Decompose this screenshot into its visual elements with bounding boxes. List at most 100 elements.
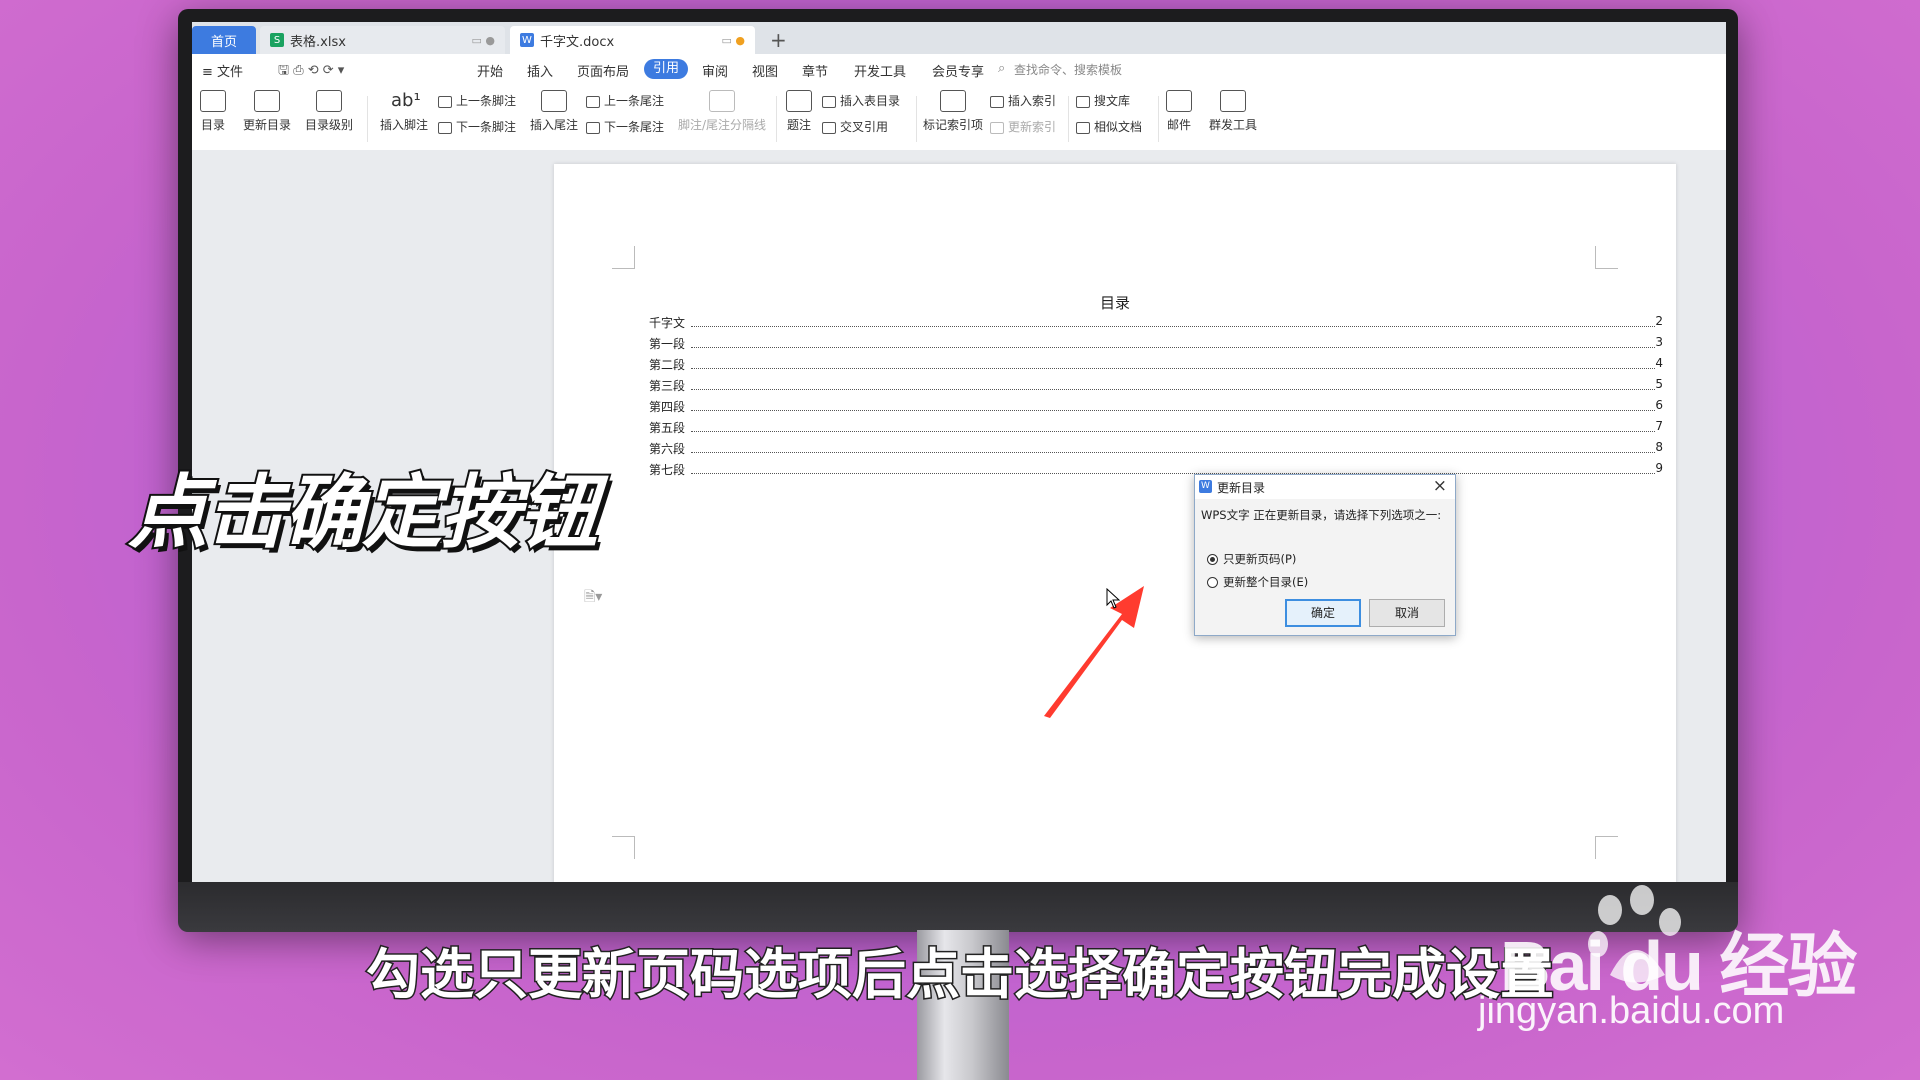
footnote-icon: ab¹ [391, 90, 421, 111]
mark-index-button[interactable]: 标记索引项 [922, 90, 984, 133]
dialog-titlebar[interactable]: W 更新目录 × [1195, 475, 1455, 499]
cross-ref-icon [822, 121, 836, 134]
toc-level-label: 目录级别 [304, 118, 353, 132]
insert-index-button[interactable]: 插入索引 [990, 92, 1056, 109]
prev-footnote-button[interactable]: 上一条脚注 [438, 92, 516, 109]
prev-footnote-icon [438, 95, 452, 108]
menu-file[interactable]: ≡ 文件 [202, 61, 243, 80]
ribbon-divider [367, 96, 368, 142]
toc-entry[interactable]: 第一段 3 [649, 335, 1669, 355]
toc-entry[interactable]: 第六段 8 [649, 440, 1669, 460]
caption-button[interactable]: 题注 [784, 90, 814, 133]
toc-icon [200, 90, 226, 112]
mark-index-icon [940, 90, 966, 112]
toc-entry[interactable]: 第五段 7 [649, 419, 1669, 439]
toc-entry[interactable]: 第三段 5 [649, 377, 1669, 397]
prev-footnote-label: 上一条脚注 [456, 94, 517, 108]
add-tab-button[interactable]: + [770, 28, 787, 52]
search-library-label: 搜文库 [1094, 94, 1131, 108]
toc-title: 目录 [1099, 294, 1130, 312]
quick-toolbar-icons[interactable]: 🖫 ⎙ ⟲ ⟳ ▾ [278, 61, 344, 83]
next-footnote-button[interactable]: 下一条脚注 [438, 118, 516, 135]
menu-view[interactable]: 视图 [752, 61, 778, 80]
update-index-icon [990, 121, 1004, 134]
toc-level-button[interactable]: 目录级别 [300, 90, 358, 133]
dialog-message: WPS文字 正在更新目录，请选择下列选项之一: [1201, 508, 1442, 522]
ribbon-divider [1158, 96, 1159, 142]
document-page[interactable]: 目录 千字文 2 第一段 3 第二段 4 第三段 5 第四段 6 第五段 7 第六段 8 第七… [554, 164, 1676, 882]
prev-endnote-icon [586, 95, 600, 108]
search-library-button[interactable]: 搜文库 [1076, 92, 1130, 109]
toc-button[interactable]: 目录 [198, 90, 228, 133]
mail-label: 邮件 [1166, 118, 1191, 132]
search-command-input[interactable]: 查找命令、搜索模板 [1014, 61, 1122, 78]
tab-home[interactable]: 首页 [192, 26, 256, 54]
tab-docx[interactable]: W 千字文.docx ▭ ● [510, 26, 755, 54]
table-toc-icon [822, 95, 836, 108]
insert-endnote-label: 插入尾注 [529, 118, 578, 132]
toc-entry-label: 第七段 [649, 461, 688, 478]
menu-chapter[interactable]: 章节 [802, 61, 828, 80]
toc-entry-page: 5 [1655, 377, 1663, 391]
insert-index-label: 插入索引 [1008, 94, 1057, 108]
tab-xlsx-controls-icon[interactable]: ▭ ● [472, 34, 496, 47]
update-index-label: 更新索引 [1008, 120, 1057, 134]
cross-ref-label: 交叉引用 [840, 120, 889, 134]
insert-endnote-button[interactable]: 插入尾注 [528, 90, 580, 133]
option-update-entire-toc[interactable]: 更新整个目录(E) [1207, 574, 1308, 590]
ribbon-divider [1068, 96, 1069, 142]
endnote-icon [541, 90, 567, 112]
insert-index-icon [990, 95, 1004, 108]
tab-docx-label: 千字文.docx [540, 34, 615, 50]
toc-leader [691, 368, 1655, 369]
toc-entry-label: 千字文 [649, 314, 688, 331]
toc-entry[interactable]: 千字文 2 [649, 314, 1669, 334]
ribbon-references: 目录 更新目录 目录级别 ab¹ 插入脚注 上一条脚注 下一条脚注 插入尾注 上一… [192, 84, 1726, 151]
menu-references[interactable]: 引用 [644, 59, 688, 79]
toc-entry-label: 第六段 [649, 440, 688, 457]
toc-leader [691, 347, 1655, 348]
mass-tool-button[interactable]: 群发工具 [1202, 90, 1264, 133]
mail-button[interactable]: 邮件 [1164, 90, 1194, 133]
menu-review[interactable]: 审阅 [702, 61, 728, 80]
similar-doc-button[interactable]: 相似文档 [1076, 118, 1142, 135]
separator-icon [709, 90, 735, 112]
next-endnote-button[interactable]: 下一条尾注 [586, 118, 664, 135]
prev-endnote-button[interactable]: 上一条尾注 [586, 92, 664, 109]
toc-entry-page: 2 [1655, 314, 1663, 328]
toc-entry-page: 8 [1655, 440, 1663, 454]
radio-unselected-icon[interactable] [1207, 576, 1218, 588]
close-icon[interactable]: × [1433, 476, 1447, 496]
toc-entry-page: 4 [1655, 356, 1663, 370]
option-update-page-numbers[interactable]: 只更新页码(P) [1207, 551, 1296, 567]
separator-button[interactable]: 脚注/尾注分隔线 [676, 90, 768, 133]
paragraph-options-icon[interactable]: 🗎▾ [584, 586, 602, 610]
document-icon: W [520, 33, 534, 47]
toc-entry[interactable]: 第七段 9 [649, 461, 1669, 481]
update-toc-icon [254, 90, 280, 112]
insert-footnote-button[interactable]: ab¹ 插入脚注 [378, 90, 430, 133]
toc-entry-label: 第二段 [649, 356, 688, 373]
insert-table-toc-button[interactable]: 插入表目录 [822, 92, 900, 109]
ok-button[interactable]: 确定 [1285, 599, 1361, 627]
toc-entry[interactable]: 第四段 6 [649, 398, 1669, 418]
cancel-button[interactable]: 取消 [1369, 599, 1445, 627]
update-index-button[interactable]: 更新索引 [990, 118, 1056, 135]
menu-member[interactable]: 会员专享 [932, 61, 984, 80]
radio-selected-icon[interactable] [1207, 553, 1218, 565]
menu-layout[interactable]: 页面布局 [577, 61, 629, 80]
caption-label: 题注 [786, 118, 811, 132]
toc-entry[interactable]: 第二段 4 [649, 356, 1669, 376]
toc-leader [691, 326, 1655, 327]
tab-docx-controls-icon[interactable]: ▭ ● [722, 34, 746, 47]
cross-ref-button[interactable]: 交叉引用 [822, 118, 888, 135]
next-endnote-label: 下一条尾注 [604, 120, 665, 134]
menu-insert[interactable]: 插入 [527, 61, 553, 80]
ribbon-divider [776, 96, 777, 142]
menu-devtools[interactable]: 开发工具 [854, 61, 906, 80]
update-toc-button[interactable]: 更新目录 [240, 90, 294, 133]
toc-entry-page: 9 [1655, 461, 1663, 475]
tab-xlsx[interactable]: S 表格.xlsx ▭ ● [260, 26, 505, 54]
menu-start[interactable]: 开始 [477, 61, 503, 80]
annotation-arrow-icon [1044, 586, 1144, 718]
